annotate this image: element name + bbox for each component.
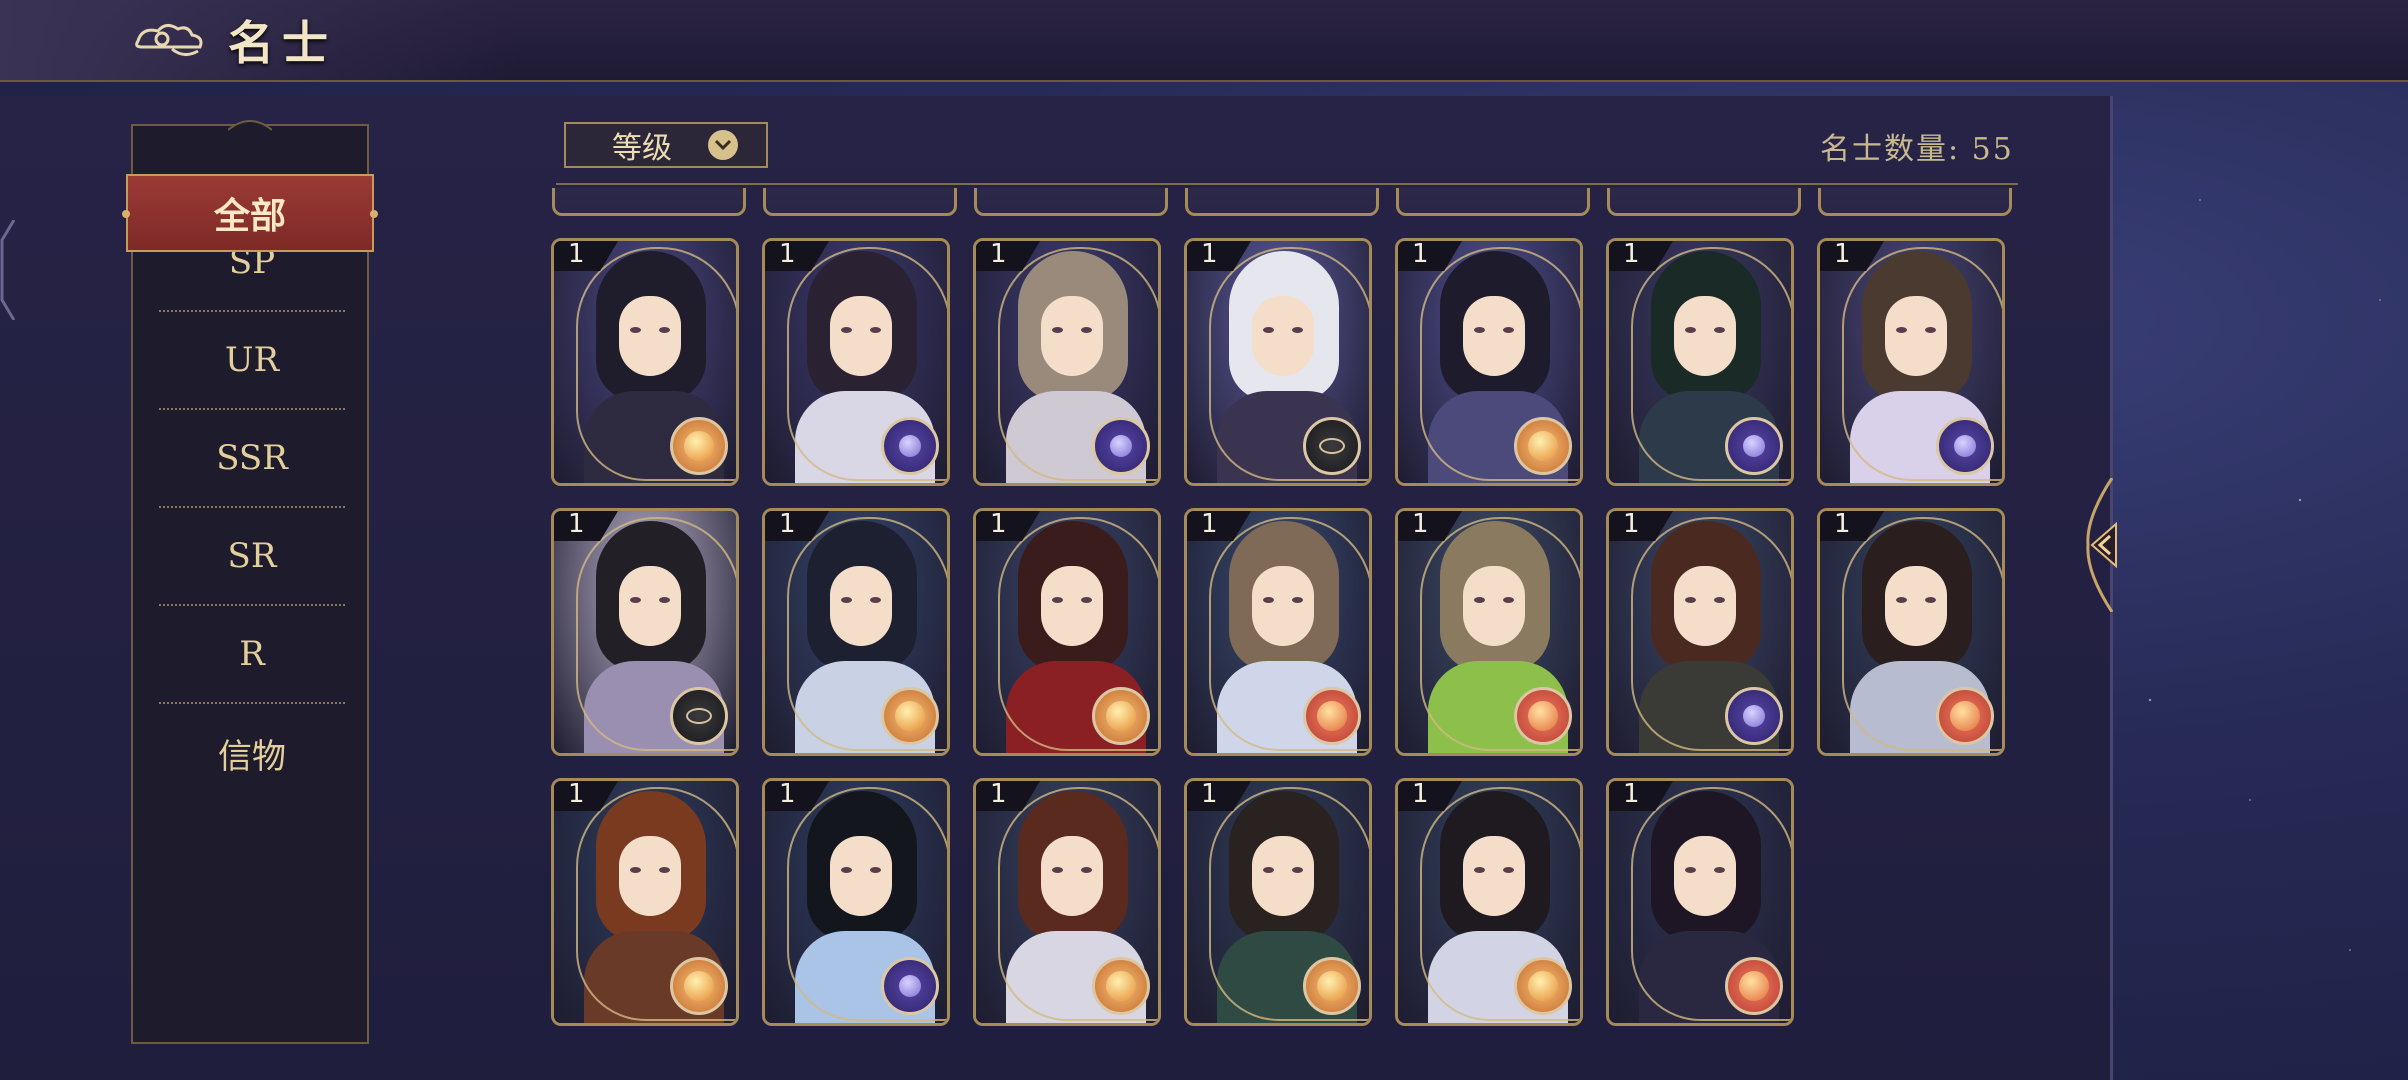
hero-level: 1 [1201, 779, 1218, 809]
hero-card[interactable]: 1 [762, 778, 950, 1026]
left-edge-tab[interactable] [0, 219, 16, 321]
hero-count: 名士数量: 55 [1820, 132, 2014, 167]
sidebar-item-all[interactable]: 全部 [122, 174, 378, 252]
purple-orb-icon [1092, 417, 1150, 475]
ornament-dot [122, 210, 130, 218]
hero-card[interactable]: 1 [762, 238, 950, 486]
sidebar-item-all-label: 全部 [213, 195, 286, 237]
hero-level: 1 [1201, 239, 1218, 269]
hero-card[interactable]: 1 [1395, 238, 1583, 486]
purple-orb-icon [881, 417, 939, 475]
gold-orb-icon [1092, 687, 1150, 745]
hero-level: 1 [990, 779, 1007, 809]
gold-orb-icon [1514, 957, 1572, 1015]
hero-level: 1 [779, 509, 796, 539]
chevron-down-icon [708, 130, 738, 160]
hero-card[interactable]: 1 [551, 778, 739, 1026]
hero-card[interactable]: 1 [1395, 778, 1583, 1026]
sort-dropdown-label: 等级 [612, 131, 672, 166]
sidebar-item-ssr[interactable]: SSR [159, 410, 345, 508]
hero-level: 1 [779, 779, 796, 809]
hero-card[interactable]: 1 [551, 508, 739, 756]
purple-orb-icon [1725, 687, 1783, 745]
hero-level: 1 [1623, 239, 1640, 269]
top-header-bar: 名士 [0, 0, 2408, 82]
hero-level: 1 [1412, 509, 1429, 539]
scrolled-card[interactable] [1185, 188, 1379, 216]
hero-level: 1 [1623, 779, 1640, 809]
scrolled-card[interactable] [1818, 188, 2012, 216]
scrolled-card[interactable] [552, 188, 746, 216]
page-title-group: 名士 [132, 8, 336, 72]
hero-level: 1 [1834, 239, 1851, 269]
scrolled-card[interactable] [763, 188, 957, 216]
purple-orb-icon [1725, 417, 1783, 475]
red-orb-icon [1303, 687, 1361, 745]
red-orb-icon [1936, 687, 1994, 745]
gold-orb-icon [670, 417, 728, 475]
gold-orb-icon [1303, 957, 1361, 1015]
hero-card[interactable]: 1 [1395, 508, 1583, 756]
hero-card[interactable]: 1 [1184, 238, 1372, 486]
filter-divider [556, 183, 2018, 185]
hero-level: 1 [1623, 509, 1640, 539]
dark-compass-icon [1303, 417, 1361, 475]
purple-orb-icon [1936, 417, 1994, 475]
scrolled-card[interactable] [1607, 188, 1801, 216]
hero-card[interactable]: 1 [973, 508, 1161, 756]
hero-card[interactable]: 1 [551, 238, 739, 486]
hero-card[interactable]: 1 [973, 238, 1161, 486]
hero-level: 1 [779, 239, 796, 269]
scrolled-card[interactable] [974, 188, 1168, 216]
red-orb-icon [1725, 957, 1783, 1015]
hero-level: 1 [568, 509, 585, 539]
panel-collapse-button[interactable] [2082, 477, 2122, 613]
hero-card[interactable]: 1 [1606, 778, 1794, 1026]
sidebar-notch-ornament [228, 120, 272, 131]
red-orb-icon [1514, 687, 1572, 745]
sidebar-item-r[interactable]: R [159, 606, 345, 704]
hero-card[interactable]: 1 [1184, 508, 1372, 756]
hero-card[interactable]: 1 [1184, 778, 1372, 1026]
cloud-swirl-icon [135, 24, 203, 56]
gold-orb-icon [1092, 957, 1150, 1015]
hero-card[interactable]: 1 [762, 508, 950, 756]
hero-card[interactable]: 1 [973, 778, 1161, 1026]
sidebar-item-sr[interactable]: SR [159, 508, 345, 606]
hero-level: 1 [1201, 509, 1218, 539]
hero-level: 1 [990, 509, 1007, 539]
gold-orb-icon [670, 957, 728, 1015]
hero-level: 1 [1412, 779, 1429, 809]
sidebar-item-ur[interactable]: UR [159, 312, 345, 410]
hero-card[interactable]: 1 [1606, 238, 1794, 486]
rarity-filter-sidebar: SP UR SSR SR R 信物 [131, 124, 369, 1044]
dark-compass-icon [670, 687, 728, 745]
sidebar-item-token[interactable]: 信物 [159, 704, 345, 802]
hero-level: 1 [568, 779, 585, 809]
ornament-dot [370, 210, 378, 218]
gold-orb-icon [1514, 417, 1572, 475]
scrolled-card[interactable] [1396, 188, 1590, 216]
gold-orb-icon [881, 687, 939, 745]
hero-card[interactable]: 1 [1606, 508, 1794, 756]
purple-orb-icon [881, 957, 939, 1015]
hero-level: 1 [568, 239, 585, 269]
hero-level: 1 [990, 239, 1007, 269]
hero-card[interactable]: 1 [1817, 238, 2005, 486]
scrolled-row-edge [548, 188, 2014, 218]
sort-dropdown[interactable]: 等级 [564, 122, 768, 168]
page-title: 名士 [228, 16, 336, 70]
hero-card[interactable]: 1 [1817, 508, 2005, 756]
hero-level: 1 [1834, 509, 1851, 539]
hero-level: 1 [1412, 239, 1429, 269]
